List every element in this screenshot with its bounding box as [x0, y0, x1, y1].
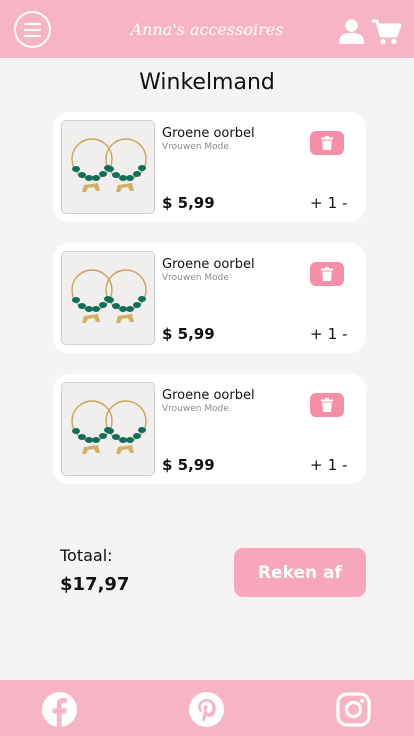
facebook-icon[interactable]: [42, 692, 77, 727]
product-price: $ 5,99: [162, 325, 215, 343]
product-price: $ 5,99: [162, 456, 215, 474]
footer: [0, 680, 414, 736]
delete-item-button[interactable]: [310, 393, 344, 417]
user-icon[interactable]: [339, 19, 364, 44]
product-name[interactable]: Groene oorbel: [162, 257, 255, 272]
qty-decrease-button[interactable]: -: [342, 194, 347, 212]
instagram-icon[interactable]: [336, 692, 371, 727]
trash-icon: [321, 398, 333, 412]
quantity-stepper: + 1 -: [310, 325, 348, 343]
earring-photo: [62, 252, 154, 344]
product-name[interactable]: Groene oorbel: [162, 126, 255, 141]
header: Anna's accessoires: [0, 0, 414, 58]
qty-decrease-button[interactable]: -: [342, 456, 347, 474]
cart-item-card: Groene oorbel Vrouwen Mode $ 5,99 + 1 -: [53, 243, 366, 353]
total-label: Totaal:: [60, 546, 113, 565]
trash-icon: [321, 267, 333, 281]
qty-value: 1: [327, 456, 338, 474]
delete-item-button[interactable]: [310, 262, 344, 286]
trash-icon: [321, 136, 333, 150]
earring-photo: [62, 121, 154, 213]
page-title: Winkelmand: [139, 70, 275, 95]
total-value: $17,97: [60, 574, 130, 595]
qty-value: 1: [327, 325, 338, 343]
delete-item-button[interactable]: [310, 131, 344, 155]
cart-icon[interactable]: [372, 19, 401, 45]
product-category: Vrouwen Mode: [162, 142, 229, 152]
product-image[interactable]: [61, 120, 155, 214]
qty-increase-button[interactable]: +: [310, 456, 323, 474]
earring-photo: [62, 383, 154, 475]
pinterest-icon[interactable]: [189, 692, 224, 727]
quantity-stepper: + 1 -: [310, 456, 348, 474]
checkout-button[interactable]: Reken af: [234, 548, 366, 597]
qty-decrease-button[interactable]: -: [342, 325, 347, 343]
qty-value: 1: [327, 194, 338, 212]
product-image[interactable]: [61, 251, 155, 345]
product-price: $ 5,99: [162, 194, 215, 212]
product-category: Vrouwen Mode: [162, 404, 229, 414]
product-category: Vrouwen Mode: [162, 273, 229, 283]
product-name[interactable]: Groene oorbel: [162, 388, 255, 403]
product-image[interactable]: [61, 382, 155, 476]
quantity-stepper: + 1 -: [310, 194, 348, 212]
qty-increase-button[interactable]: +: [310, 194, 323, 212]
cart-item-card: Groene oorbel Vrouwen Mode $ 5,99 + 1 -: [53, 374, 366, 484]
qty-increase-button[interactable]: +: [310, 325, 323, 343]
cart-item-card: Groene oorbel Vrouwen Mode $ 5,99 + 1 -: [53, 112, 366, 222]
